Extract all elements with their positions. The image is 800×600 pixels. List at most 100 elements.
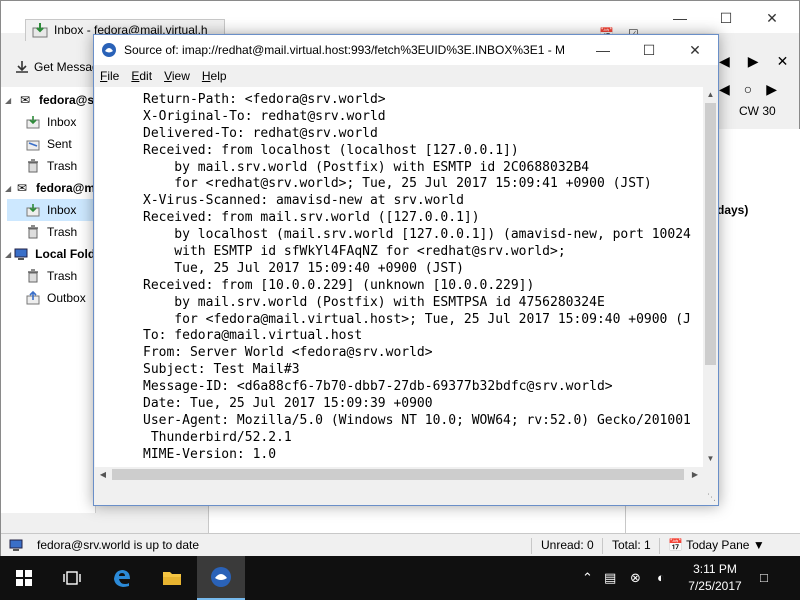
source-line: for <fedora@mail.virtual.host>; Tue, 25 … [143,311,691,327]
previous-arrow-icon[interactable]: ◀ [719,53,730,70]
menu-file[interactable]: File [100,69,119,83]
unread-count: Unread: 0 [541,538,594,552]
network-icon[interactable]: ▤ [604,570,616,586]
source-line: MIME-Version: 1.0 [143,446,277,462]
source-line: Return-Path: <fedora@srv.world> [143,92,386,107]
show-hidden-icons-icon[interactable]: ⌃ [582,570,593,586]
inbox-icon [32,23,48,38]
horizontal-scroll-thumb[interactable] [112,469,684,480]
today-pane-days-text: days) [717,203,749,217]
folder-label: fedora@s [39,93,95,107]
folder-label: Trash [47,159,78,173]
source-line: by localhost (mail.srv.world [127.0.0.1]… [143,227,691,243]
inbox-icon [25,202,41,218]
folder-inbox-1[interactable]: Inbox [25,111,95,133]
source-line: User-Agent: Mozilla/5.0 (Windows NT 10.0… [143,412,691,428]
source-line: Thunderbird/52.2.1 [143,429,292,445]
source-window-title: Source of: imap://redhat@mail.virtual.ho… [124,43,564,57]
taskbar-clock[interactable]: 3:11 PM 7/25/2017 [680,561,750,595]
source-line: Message-ID: <d6a88cf6-7b70-dbb7-27db-693… [143,379,613,395]
start-button[interactable] [0,556,48,600]
file-explorer-button[interactable] [148,556,196,600]
windows-logo-icon [16,570,32,586]
folder-trash-3[interactable]: Trash [25,265,95,287]
today-pane-toggle[interactable]: 📅 Today Pane ▼ [668,538,765,552]
horizontal-scrollbar[interactable]: ◀ ▶ [95,467,703,482]
clock-date: 7/25/2017 [688,579,742,593]
download-icon [16,61,28,73]
folder-inbox-2[interactable]: Inbox [7,199,95,221]
volume-muted-icon[interactable]: ⊗ [630,570,641,586]
collapse-arrow-icon[interactable]: ◢ [5,250,11,259]
folder-icon [163,572,181,585]
folder-outbox[interactable]: Outbox [25,287,95,309]
folder-label: fedora@m [35,181,95,195]
clock-time: 3:11 PM [693,562,737,576]
folder-trash-1[interactable]: Trash [25,155,95,177]
action-icon[interactable]: ◐ [657,570,665,585]
message-source-text[interactable]: Return-Path: <fedora@srv.world> X-Origina… [95,87,703,467]
folder-account-local[interactable]: ◢ Local Fold [5,243,95,265]
get-messages-button[interactable]: Get Messag [15,60,99,74]
close-button[interactable]: ✕ [749,5,795,31]
thunderbird-icon [102,43,116,57]
outbox-icon [25,290,41,306]
vertical-scrollbar[interactable]: ▲ ▼ [703,87,718,467]
source-titlebar[interactable]: Source of: imap://redhat@mail.virtual.ho… [94,35,718,65]
folder-sent[interactable]: Sent [25,133,95,155]
today-pane-label: Today Pane [686,538,750,552]
previous-day-icon[interactable]: ◀ [719,81,730,98]
folder-label: Trash [47,269,78,283]
folder-label: Trash [47,225,78,239]
trash-icon [25,224,41,240]
inbox-icon [25,114,41,130]
minimize-button[interactable]: — [580,37,626,63]
collapse-arrow-icon[interactable]: ◢ [5,184,12,193]
folder-trash-2[interactable]: Trash [25,221,95,243]
scroll-right-icon[interactable]: ▶ [687,467,703,482]
source-window-controls: — ☐ ✕ [580,37,718,63]
source-line: with ESMTP id sfWkYl4FAqNZ for <redhat@s… [143,244,566,260]
task-view-icon [63,571,81,585]
maximize-button[interactable]: ☐ [703,5,749,31]
source-line: Received: from mail.srv.world ([127.0.0.… [143,210,480,226]
folder-pane: ◢ ✉ fedora@s Inbox Sent Trash ◢ ✉ fedora… [1,87,96,513]
scroll-up-icon[interactable]: ▲ [703,87,718,103]
thunderbird-taskbar-button[interactable] [197,556,245,600]
maximize-button[interactable]: ☐ [626,37,672,63]
folder-account-fedora-mail[interactable]: ◢ ✉ fedora@m [5,177,95,199]
collapse-arrow-icon[interactable]: ◢ [5,96,15,105]
notifications-icon[interactable]: □ [760,570,768,585]
thunderbird-icon [211,567,231,587]
today-dot-icon[interactable]: ○ [744,81,752,98]
status-separator [531,538,532,554]
main-window-controls: — ☐ ✕ [657,5,795,31]
folder-label: Inbox [47,203,77,217]
source-line: Received: from [10.0.0.229] (unknown [10… [143,277,535,293]
source-line: From: Server World <fedora@srv.world> [143,345,433,361]
minimize-button[interactable]: — [657,5,703,31]
resize-grip-icon[interactable]: ⋱ [707,492,716,503]
calendar-controls: ◀ ○ ▶ [719,81,777,98]
menu-edit[interactable]: Edit [131,69,152,83]
chevron-down-icon: ▼ [752,538,765,552]
folder-account-fedora-srv[interactable]: ◢ ✉ fedora@s [5,89,95,111]
view-source-window: Source of: imap://redhat@mail.virtual.ho… [93,34,719,506]
status-bar: fedora@srv.world is up to date Unread: 0… [1,533,800,557]
folder-label: Sent [47,137,72,151]
next-arrow-icon[interactable]: ▶ [748,53,759,70]
sent-icon [25,136,41,152]
close-today-pane-icon[interactable]: ✕ [777,53,789,70]
source-line: X-Original-To: redhat@srv.world [143,108,386,124]
vertical-scroll-thumb[interactable] [705,103,716,365]
menu-view[interactable]: View [164,69,190,83]
connection-status-icon [9,538,23,555]
scroll-left-icon[interactable]: ◀ [95,467,111,482]
edge-button[interactable] [98,556,146,600]
task-view-button[interactable] [48,556,96,600]
next-day-icon[interactable]: ▶ [766,81,777,98]
scroll-down-icon[interactable]: ▼ [703,451,718,467]
menu-help[interactable]: Help [202,69,227,83]
calendar-nav: ◀ ▶ ✕ [719,53,788,70]
close-button[interactable]: ✕ [672,37,718,63]
